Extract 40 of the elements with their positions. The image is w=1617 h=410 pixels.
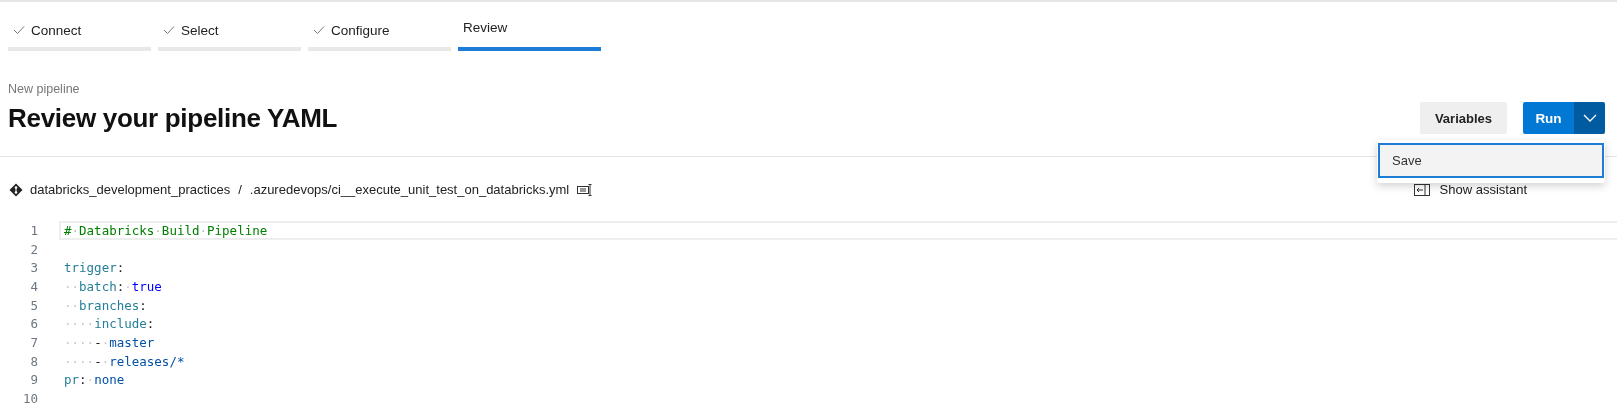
wizard-step[interactable]: Connect <box>8 20 151 51</box>
code-line: ··branches: <box>63 296 148 315</box>
code-line: ····-·master <box>63 333 156 352</box>
show-assistant-button[interactable]: Show assistant <box>1413 182 1527 197</box>
check-icon <box>13 25 25 35</box>
line-number: 8 <box>29 353 38 369</box>
check-icon <box>163 25 175 35</box>
wizard-step[interactable]: Select <box>158 20 301 51</box>
line-number: 10 <box>21 391 38 407</box>
repository-link[interactable]: databricks_development_practices <box>30 182 231 197</box>
line-number: 5 <box>29 297 38 313</box>
wizard-step[interactable]: Configure <box>308 20 451 51</box>
line-number: 3 <box>29 260 38 276</box>
code-line: pr:·none <box>63 371 126 390</box>
code-line: ····include: <box>63 315 156 334</box>
file-name: ci__execute_unit_test_on_databricks.yml <box>331 182 570 197</box>
menu-item[interactable]: Save <box>1378 143 1604 178</box>
breadcrumb-separator: / <box>238 182 242 197</box>
wizard-step[interactable]: Review <box>458 20 601 51</box>
check-icon <box>313 25 325 35</box>
folder-link[interactable]: .azuredevops/ <box>249 182 332 197</box>
code-line: trigger: <box>63 259 126 278</box>
line-number: 1 <box>29 222 38 238</box>
line-number: 6 <box>29 316 38 332</box>
line-number: 7 <box>29 334 38 350</box>
line-number: 9 <box>29 372 38 388</box>
panel-icon <box>1413 183 1430 196</box>
chevron-down-icon <box>1582 114 1597 122</box>
code-line: #·Databricks·Build·Pipeline <box>59 221 1617 240</box>
variables-button[interactable]: Variables <box>1419 102 1507 134</box>
line-number: 4 <box>29 278 38 294</box>
page-title: Review your pipeline YAML <box>8 103 338 134</box>
code-line: ··batch:·true <box>63 277 163 296</box>
dropdown-button[interactable] <box>1574 102 1605 134</box>
rename-icon[interactable] <box>577 183 594 196</box>
git-repo-icon <box>9 182 23 197</box>
code-line: ····-·releases/* <box>63 352 186 371</box>
page-subtitle: New pipeline <box>8 82 81 96</box>
run-button[interactable]: Run <box>1523 102 1574 134</box>
line-number: 2 <box>29 241 38 257</box>
